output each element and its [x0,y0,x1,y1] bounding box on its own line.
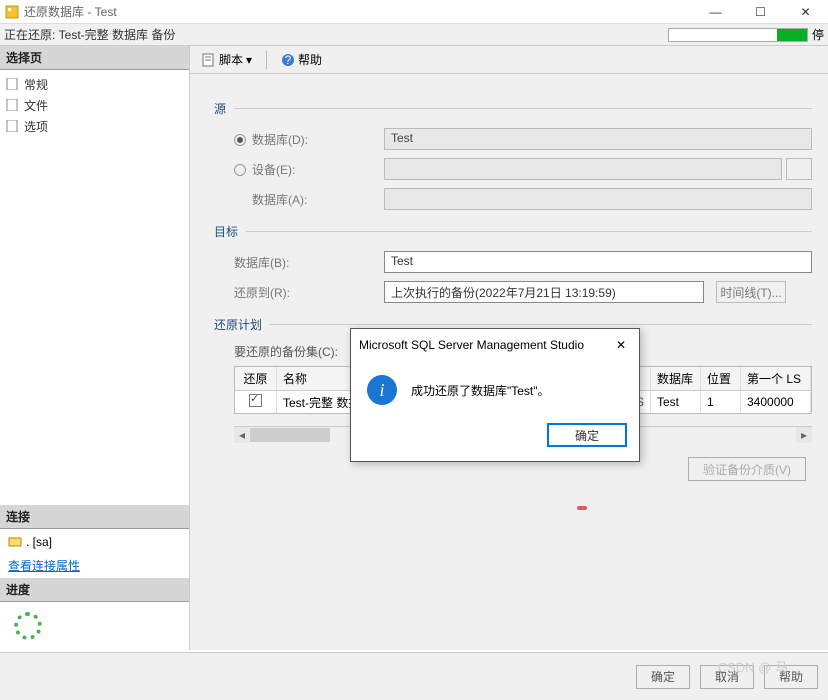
dialog-message: 成功还原了数据库"Test"。 [411,382,550,399]
annotation-mark [577,506,587,510]
watermark: CSDN @ 马 [718,657,788,676]
message-dialog: Microsoft SQL Server Management Studio ✕… [350,328,640,462]
dialog-ok-button[interactable]: 确定 [547,423,627,447]
modal-backdrop: Microsoft SQL Server Management Studio ✕… [0,0,828,700]
dialog-title: Microsoft SQL Server Management Studio [359,338,611,352]
dialog-close-button[interactable]: ✕ [611,335,631,355]
info-icon: i [367,375,397,405]
